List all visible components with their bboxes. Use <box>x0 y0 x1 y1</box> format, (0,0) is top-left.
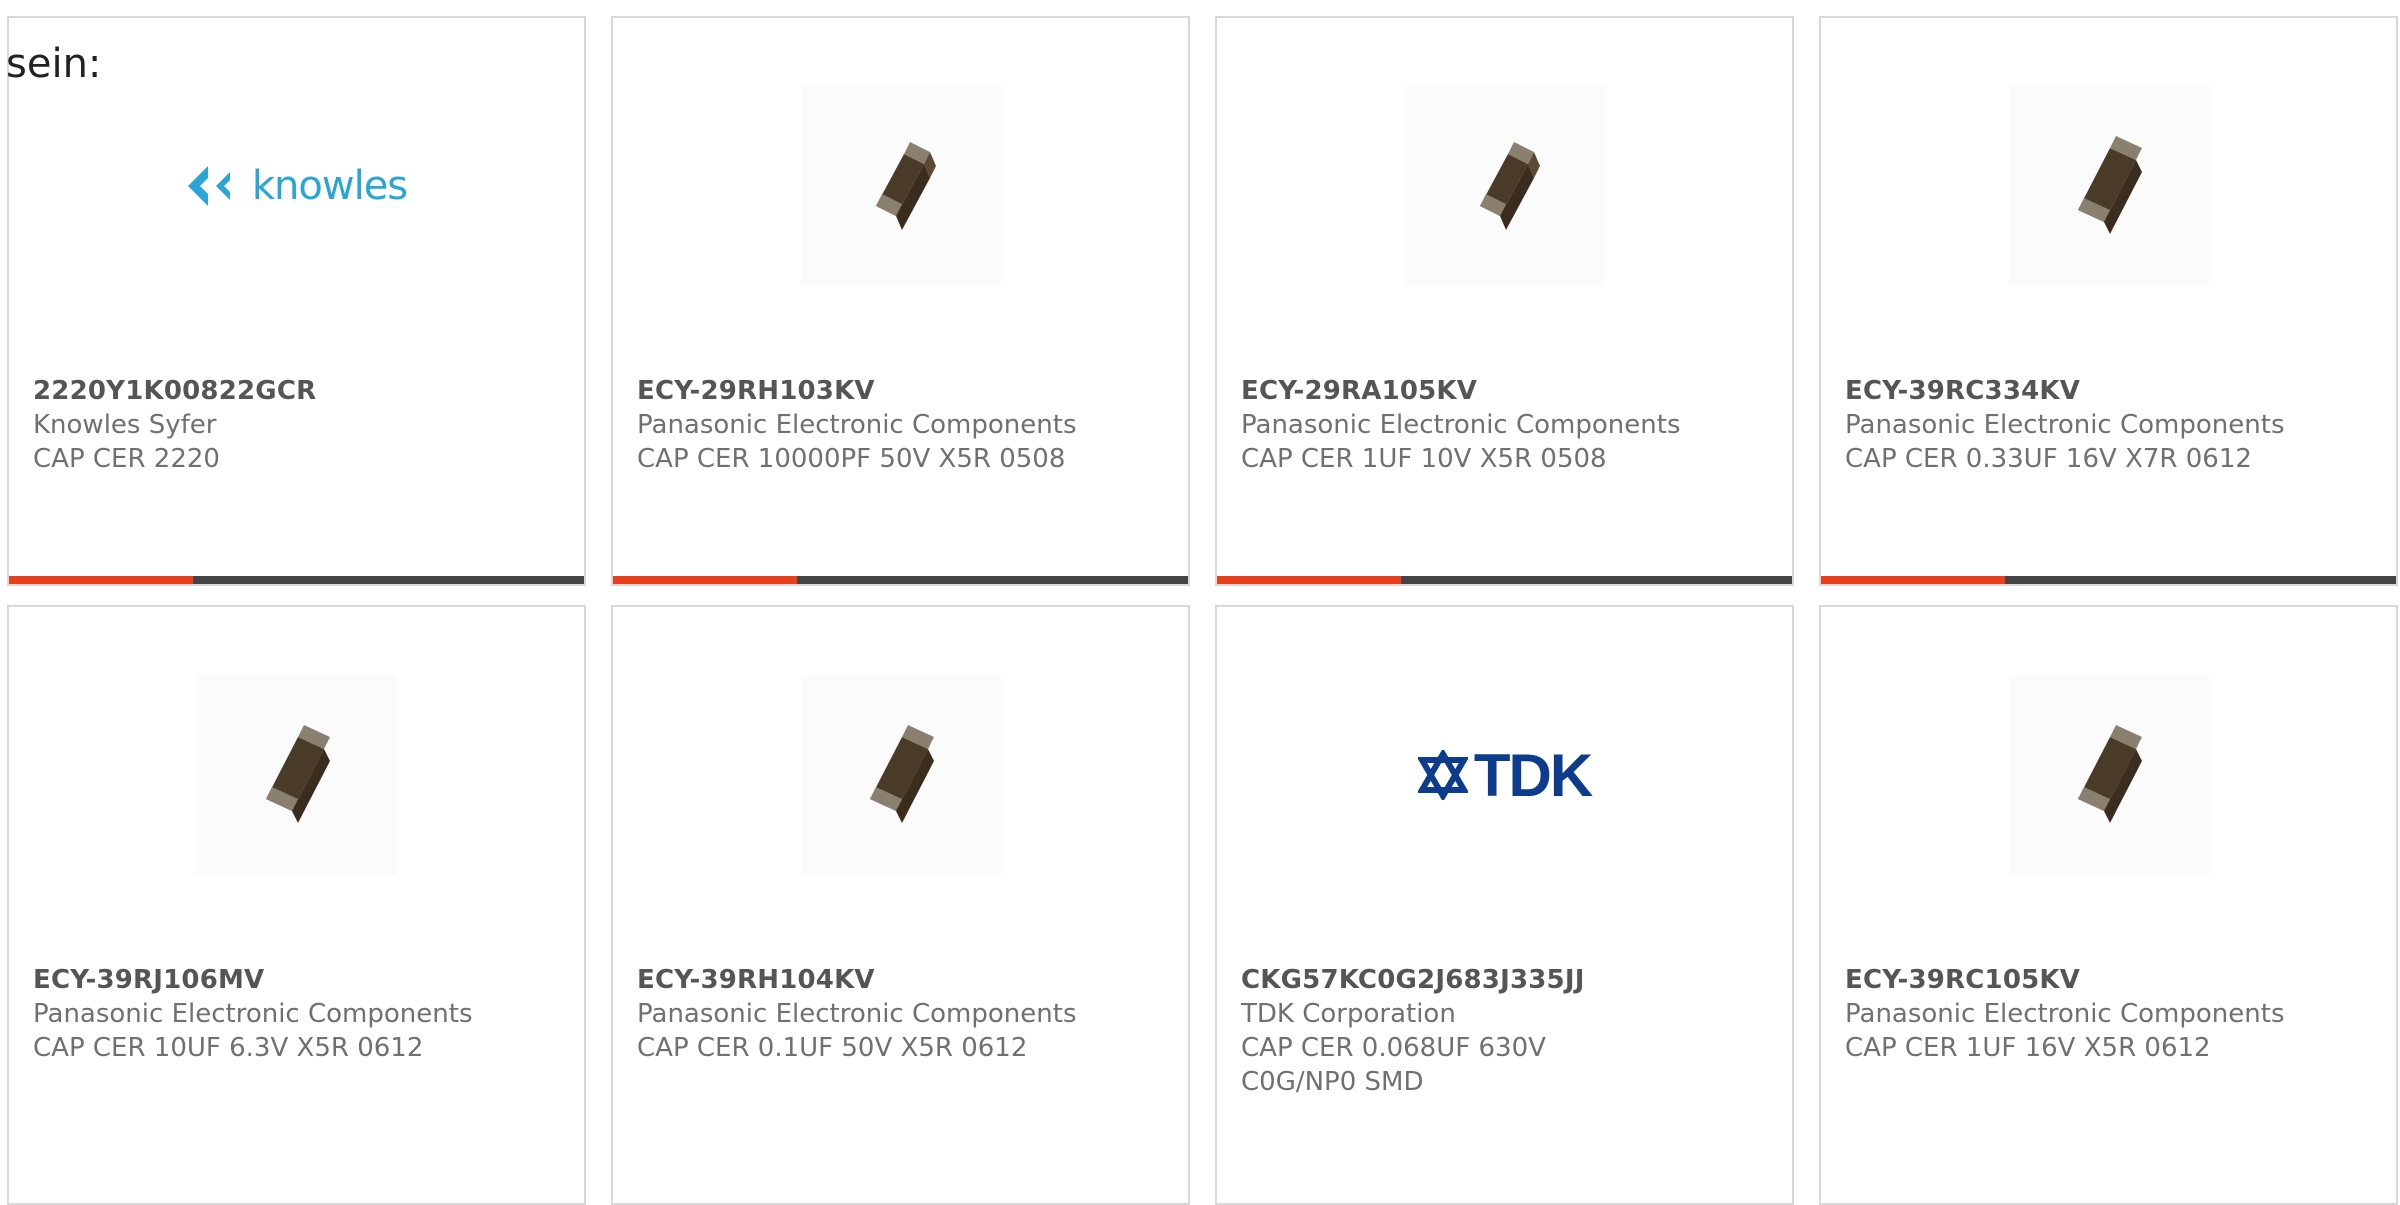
manufacturer: Panasonic Electronic Components <box>33 999 473 1029</box>
manufacturer: TDK Corporation <box>1241 999 1456 1029</box>
product-card[interactable]: ECY-29RH103KV Panasonic Electronic Compo… <box>611 16 1190 586</box>
tdk-logo-text: TDK <box>1473 741 1593 809</box>
product-card[interactable]: knowles 2220Y1K00822GCR Knowles Syfer CA… <box>7 16 586 586</box>
card-progress-fill <box>9 576 193 584</box>
knowles-logo-text: knowles <box>251 163 408 209</box>
part-number[interactable]: 2220Y1K00822GCR <box>33 374 560 408</box>
product-card[interactable]: ECY-29RA105KV Panasonic Electronic Compo… <box>1215 16 1794 586</box>
product-card[interactable]: ECY-39RH104KV Panasonic Electronic Compo… <box>611 605 1190 1205</box>
manufacturer: Panasonic Electronic Components <box>1845 410 2285 440</box>
card-progress-bar <box>613 576 1188 584</box>
card-progress-fill <box>1217 576 1401 584</box>
part-number[interactable]: ECY-29RA105KV <box>1241 374 1768 408</box>
product-card[interactable]: ECY-39RC334KV Panasonic Electronic Compo… <box>1819 16 2398 586</box>
product-info: ECY-39RC105KV Panasonic Electronic Compo… <box>1845 963 2372 1065</box>
tdk-logo: TDK <box>1417 741 1593 810</box>
description: CAP CER 0.1UF 50V X5R 0612 <box>637 1033 1028 1063</box>
product-info: CKG57KC0G2J683J335JJ TDK Corporation CAP… <box>1241 963 1768 1099</box>
manufacturer: Panasonic Electronic Components <box>637 410 1077 440</box>
knowles-logo: knowles <box>186 163 408 209</box>
product-image <box>800 675 1001 875</box>
chip-capacitor-icon <box>869 725 934 823</box>
product-card[interactable]: ECY-39RJ106MV Panasonic Electronic Compo… <box>7 605 586 1205</box>
description: CAP CER 0.33UF 16V X7R 0612 <box>1845 444 2252 474</box>
knowles-chevron-icon <box>187 166 230 206</box>
chip-capacitor-icon <box>2077 136 2142 234</box>
product-card[interactable]: TDK CKG57KC0G2J683J335JJ TDK Corporation… <box>1215 605 1794 1205</box>
product-image <box>800 86 1001 286</box>
card-progress-bar <box>1821 576 2396 584</box>
part-number[interactable]: ECY-29RH103KV <box>637 374 1164 408</box>
part-number[interactable]: ECY-39RH104KV <box>637 963 1164 997</box>
manufacturer: Panasonic Electronic Components <box>1241 410 1681 440</box>
description: CAP CER 1UF 16V X5R 0612 <box>1845 1033 2211 1063</box>
product-info: ECY-39RJ106MV Panasonic Electronic Compo… <box>33 963 560 1065</box>
card-progress-fill <box>613 576 797 584</box>
manufacturer: Panasonic Electronic Components <box>637 999 1077 1029</box>
product-image <box>1404 86 1605 286</box>
product-info: ECY-39RH104KV Panasonic Electronic Compo… <box>637 963 1164 1065</box>
product-image <box>2008 86 2209 286</box>
product-grid: knowles 2220Y1K00822GCR Knowles Syfer CA… <box>0 0 2400 1205</box>
page-heading: sein: <box>6 41 102 87</box>
product-info: ECY-39RC334KV Panasonic Electronic Compo… <box>1845 374 2372 476</box>
product-card[interactable]: ECY-39RC105KV Panasonic Electronic Compo… <box>1819 605 2398 1205</box>
manufacturer: Panasonic Electronic Components <box>1845 999 2285 1029</box>
manufacturer: Knowles Syfer <box>33 410 217 440</box>
part-number[interactable]: ECY-39RJ106MV <box>33 963 560 997</box>
chip-capacitor-icon <box>875 142 936 230</box>
tdk-emblem-icon <box>1417 750 1468 800</box>
chip-capacitor-icon <box>265 725 330 823</box>
description: CAP CER 10000PF 50V X5R 0508 <box>637 444 1066 474</box>
product-info: ECY-29RH103KV Panasonic Electronic Compo… <box>637 374 1164 476</box>
chip-capacitor-icon <box>2077 725 2142 823</box>
description: CAP CER 0.068UF 630V C0G/NP0 SMD <box>1241 1033 1546 1097</box>
part-number[interactable]: ECY-39RC105KV <box>1845 963 2372 997</box>
part-number[interactable]: ECY-39RC334KV <box>1845 374 2372 408</box>
product-image <box>2008 675 2209 875</box>
product-image: TDK <box>1405 675 1605 875</box>
product-info: 2220Y1K00822GCR Knowles Syfer CAP CER 22… <box>33 374 560 476</box>
description: CAP CER 1UF 10V X5R 0508 <box>1241 444 1607 474</box>
product-image: knowles <box>187 86 408 286</box>
product-image <box>196 675 397 875</box>
part-number[interactable]: CKG57KC0G2J683J335JJ <box>1241 963 1768 997</box>
card-progress-bar <box>1217 576 1792 584</box>
card-progress-bar <box>9 576 584 584</box>
product-info: ECY-29RA105KV Panasonic Electronic Compo… <box>1241 374 1768 476</box>
description: CAP CER 2220 <box>33 444 220 474</box>
card-progress-fill <box>1821 576 2005 584</box>
description: CAP CER 10UF 6.3V X5R 0612 <box>33 1033 424 1063</box>
chip-capacitor-icon <box>1479 142 1540 230</box>
